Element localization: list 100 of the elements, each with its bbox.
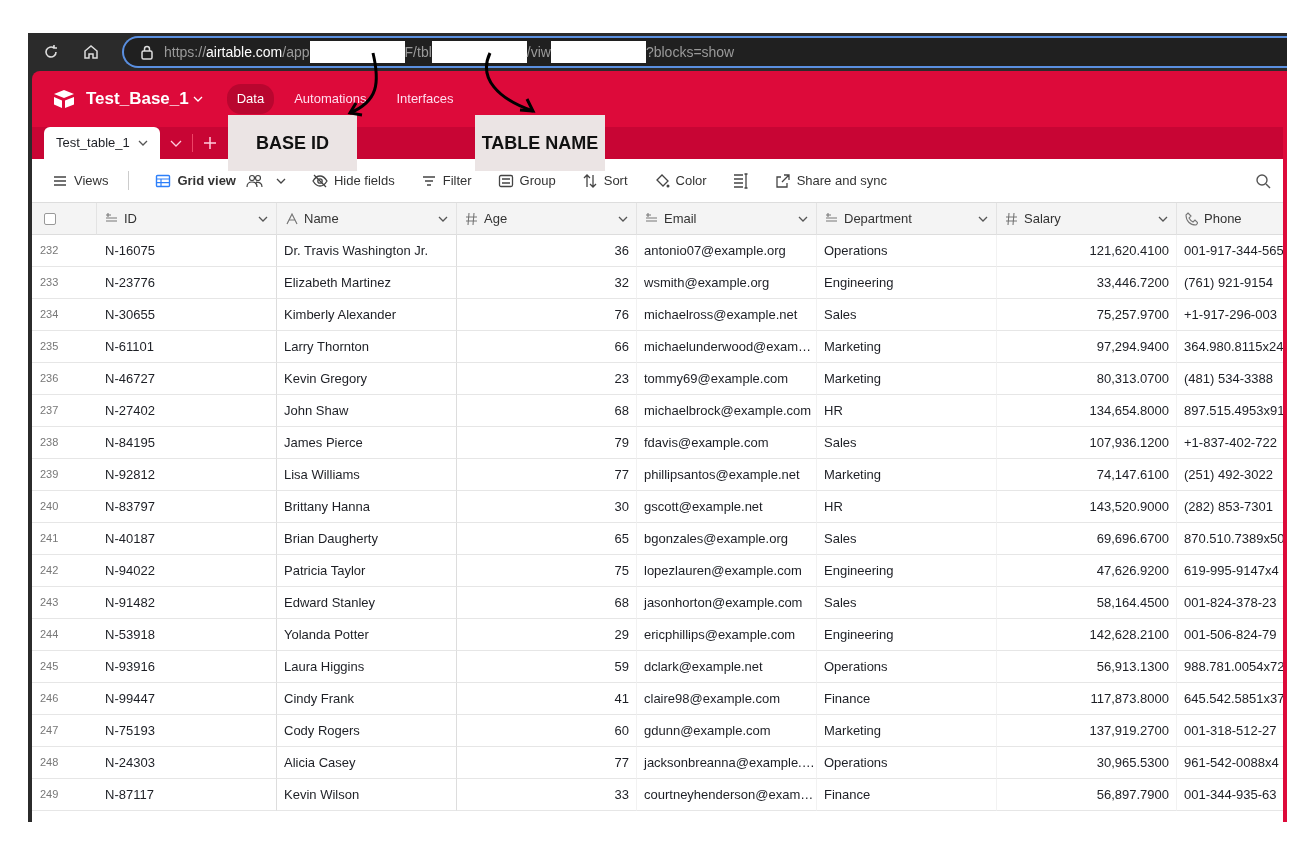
table-cell: 56,897.7900 — [997, 779, 1177, 811]
annotation-label: BASE ID — [228, 115, 357, 171]
toolbar-button[interactable]: Group — [497, 170, 556, 191]
table-cell: 75 — [457, 555, 637, 587]
people-icon[interactable] — [246, 173, 264, 188]
table-cell: Sales — [817, 299, 997, 331]
row-number: 249 — [32, 779, 97, 811]
row-number: 233 — [32, 267, 97, 299]
table-cell: Engineering — [817, 619, 997, 651]
toolbar-button[interactable]: Grid view — [155, 170, 236, 191]
table-cell: N-30655 — [97, 299, 277, 331]
column-header[interactable]: ID — [97, 203, 277, 235]
table-cell: 60 — [457, 715, 637, 747]
table-cell: lopezlauren@example.com — [637, 555, 817, 587]
nav-tab[interactable]: Data — [226, 84, 275, 114]
table-cell: jacksonbreanna@example.… — [637, 747, 817, 779]
row-number: 246 — [32, 683, 97, 715]
home-icon[interactable] — [82, 43, 100, 61]
table-cell: Engineering — [817, 267, 997, 299]
grid-icon — [155, 172, 172, 189]
table-cell: 117,873.8000 — [997, 683, 1177, 715]
table-cell: (251) 492-3022 — [1177, 459, 1283, 491]
table-cell: 001-917-344-565 — [1177, 235, 1283, 267]
table-cell: (761) 921-9154 — [1177, 267, 1283, 299]
table-cell: N-46727 — [97, 363, 277, 395]
table-cell: 897.515.4953x91 — [1177, 395, 1283, 427]
table-cell: 645.542.5851x37 — [1177, 683, 1283, 715]
table-cell: 41 — [457, 683, 637, 715]
column-header[interactable]: Department — [817, 203, 997, 235]
table-cell: Brian Daugherty — [277, 523, 457, 555]
table-cell: N-23776 — [97, 267, 277, 299]
table-cell: Edward Stanley — [277, 587, 457, 619]
chevron-icon[interactable] — [192, 94, 203, 104]
table-cell: 001-824-378-23 — [1177, 587, 1283, 619]
table-tab[interactable]: Test_table_1 — [44, 127, 160, 159]
table-cell: N-99447 — [97, 683, 277, 715]
table-cell: Cody Rogers — [277, 715, 457, 747]
table-cell: 619-995-9147x4 — [1177, 555, 1283, 587]
table-cell: 69,696.6700 — [997, 523, 1177, 555]
table-cell: Operations — [817, 235, 997, 267]
table-cell: Sales — [817, 523, 997, 555]
table-cell: 66 — [457, 331, 637, 363]
table-cell: bgonzales@example.org — [637, 523, 817, 555]
chevron-icon — [137, 138, 148, 148]
add-icon[interactable] — [202, 136, 217, 150]
column-header[interactable]: Name — [277, 203, 457, 235]
column-header[interactable]: Salary — [997, 203, 1177, 235]
base-name[interactable]: Test_Base_1 — [86, 86, 203, 112]
nav-tab[interactable]: Automations — [284, 84, 377, 114]
views-button[interactable]: Views — [52, 170, 130, 191]
row-number: 236 — [32, 363, 97, 395]
address-bar[interactable]: https://airtable.com/app F/tbl /viw ?blocks=show — [122, 36, 1287, 68]
table-cell: antonio07@example.org — [637, 235, 817, 267]
row-number: 241 — [32, 523, 97, 555]
table-cell: Marketing — [817, 715, 997, 747]
toolbar-button[interactable]: Filter — [420, 170, 472, 191]
table-cell: N-91482 — [97, 587, 277, 619]
lock-icon — [140, 44, 154, 60]
table-cell: 33 — [457, 779, 637, 811]
table-cell: Alicia Casey — [277, 747, 457, 779]
row-number: 232 — [32, 235, 97, 267]
row-height-icon[interactable] — [732, 171, 749, 190]
table-cell: N-61101 — [97, 331, 277, 363]
table-cell: 988.781.0054x72 — [1177, 651, 1283, 683]
table-cell: 47,626.9200 — [997, 555, 1177, 587]
nav-tab[interactable]: Interfaces — [386, 84, 464, 114]
table-cell: Marketing — [817, 459, 997, 491]
row-number: 248 — [32, 747, 97, 779]
table-cell: HR — [817, 491, 997, 523]
annotation-label: TABLE NAME — [475, 115, 605, 171]
search-icon[interactable] — [1255, 172, 1271, 189]
table-cell: 79 — [457, 427, 637, 459]
table-cell: 107,936.1200 — [997, 427, 1177, 459]
table-cell: wsmith@example.org — [637, 267, 817, 299]
table-cell: 32 — [457, 267, 637, 299]
table-cell: Sales — [817, 427, 997, 459]
toolbar-button[interactable]: Sort — [581, 170, 628, 191]
toolbar-button[interactable]: Color — [653, 170, 707, 191]
table-cell: 97,294.9400 — [997, 331, 1177, 363]
table-cell: 58,164.4500 — [997, 587, 1177, 619]
reload-icon[interactable] — [42, 43, 60, 61]
column-header[interactable]: Age — [457, 203, 637, 235]
table-cell: michaelbrock@example.com — [637, 395, 817, 427]
table-cell: Engineering — [817, 555, 997, 587]
checkbox[interactable] — [44, 212, 56, 225]
toolbar-button[interactable]: Hide fields — [312, 170, 395, 191]
row-number: 240 — [32, 491, 97, 523]
table-cell: 36 — [457, 235, 637, 267]
row-number: 245 — [32, 651, 97, 683]
table-cell: gscott@example.net — [637, 491, 817, 523]
table-cell: (481) 534-3388 — [1177, 363, 1283, 395]
table-cell: Kimberly Alexander — [277, 299, 457, 331]
table-cell: Elizabeth Martinez — [277, 267, 457, 299]
column-header[interactable]: Phone — [1177, 203, 1283, 235]
table-cell: 59 — [457, 651, 637, 683]
table-cell: John Shaw — [277, 395, 457, 427]
toolbar-button[interactable]: Share and sync — [774, 170, 887, 191]
eye-slash-icon — [312, 172, 328, 189]
column-header[interactable]: Email — [637, 203, 817, 235]
logo-icon[interactable] — [52, 89, 76, 109]
